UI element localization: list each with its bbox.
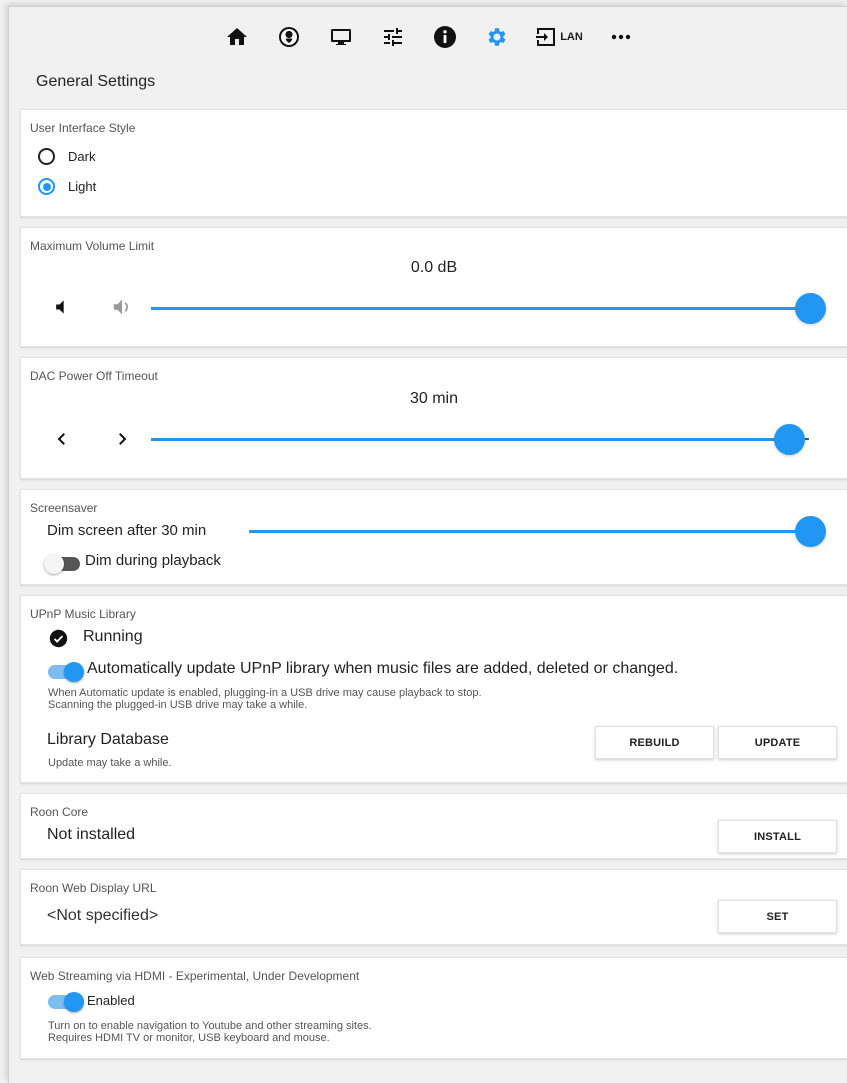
roon-core-status: Not installed bbox=[47, 826, 136, 843]
radio-light-label: Light bbox=[68, 179, 97, 194]
auto-update-note-2: Scanning the plugged-in USB drive may ta… bbox=[48, 699, 308, 711]
card-title: Screensaver bbox=[30, 501, 98, 515]
card-title: Roon Core bbox=[30, 805, 89, 819]
web-streaming-enabled-label: Enabled bbox=[87, 993, 135, 1008]
radio-dark-circle[interactable] bbox=[38, 148, 55, 165]
chevron-left-icon[interactable] bbox=[51, 428, 73, 450]
library-db-label: Library Database bbox=[47, 731, 169, 748]
display-icon[interactable] bbox=[322, 17, 360, 57]
volume-up-icon[interactable] bbox=[109, 295, 135, 319]
screensaver-card: Screensaver Dim screen after 30 min Dim … bbox=[20, 489, 847, 585]
web-streaming-card: Web Streaming via HDMI - Experimental, U… bbox=[20, 957, 847, 1059]
page-title: General Settings bbox=[36, 73, 156, 90]
input-icon bbox=[536, 28, 556, 46]
dim-playback-toggle[interactable] bbox=[44, 554, 80, 574]
radio-light[interactable]: Light bbox=[38, 178, 96, 195]
set-url-button[interactable]: SET bbox=[718, 900, 837, 933]
web-streaming-note-1: Turn on to enable navigation to Youtube … bbox=[48, 1020, 372, 1032]
roon-url-value: <Not specified> bbox=[47, 907, 159, 924]
dac-value: 30 min bbox=[409, 390, 459, 407]
dim-slider-thumb[interactable] bbox=[795, 516, 826, 547]
roon-url-card: Roon Web Display URL <Not specified> SET bbox=[20, 869, 847, 945]
web-streaming-toggle[interactable] bbox=[48, 992, 84, 1012]
update-button[interactable]: UPDATE bbox=[718, 726, 837, 759]
settings-icon[interactable] bbox=[478, 17, 516, 57]
radio-dark-label: Dark bbox=[68, 149, 96, 164]
top-nav: LAN bbox=[9, 7, 847, 67]
volume-slider-track[interactable] bbox=[151, 307, 811, 310]
auto-update-note-1: When Automatic update is enabled, pluggi… bbox=[48, 687, 482, 699]
app-window: LAN General Settings User Interface Styl… bbox=[8, 6, 847, 1083]
card-title: Roon Web Display URL bbox=[30, 881, 157, 895]
card-title: User Interface Style bbox=[30, 121, 136, 135]
card-title: Web Streaming via HDMI - Experimental, U… bbox=[30, 969, 360, 983]
dim-slider-track[interactable] bbox=[249, 530, 809, 533]
dac-slider-thumb[interactable] bbox=[774, 424, 805, 455]
volume-value: 0.0 dB bbox=[410, 259, 458, 276]
user-icon[interactable] bbox=[270, 17, 308, 57]
card-title: DAC Power Off Timeout bbox=[30, 369, 158, 383]
card-title: Maximum Volume Limit bbox=[30, 239, 155, 253]
input-lan-tab[interactable]: LAN bbox=[530, 17, 588, 57]
web-streaming-note-2: Requires HDMI TV or monitor, USB keyboar… bbox=[48, 1032, 330, 1044]
dim-screen-label: Dim screen after 30 min bbox=[47, 522, 207, 539]
ui-style-card: User Interface Style Dark Light bbox=[20, 109, 847, 217]
auto-update-label: Automatically update UPnP library when m… bbox=[87, 660, 679, 677]
upnp-status: Running bbox=[83, 628, 143, 645]
dac-slider-track[interactable] bbox=[151, 438, 791, 441]
more-icon[interactable] bbox=[602, 17, 640, 57]
info-icon[interactable] bbox=[426, 17, 464, 57]
home-icon[interactable] bbox=[218, 17, 256, 57]
library-db-note: Update may take a while. bbox=[48, 757, 172, 769]
volume-card: Maximum Volume Limit 0.0 dB bbox=[20, 227, 847, 347]
lan-label: LAN bbox=[560, 31, 583, 43]
auto-update-toggle[interactable] bbox=[48, 662, 84, 682]
volume-slider-thumb[interactable] bbox=[795, 293, 826, 324]
chevron-right-icon[interactable] bbox=[111, 428, 133, 450]
install-button[interactable]: INSTALL bbox=[718, 820, 837, 853]
check-circle-icon bbox=[48, 628, 68, 648]
dim-playback-label: Dim during playback bbox=[85, 552, 221, 569]
radio-dark[interactable]: Dark bbox=[38, 148, 95, 165]
roon-core-card: Roon Core Not installed INSTALL bbox=[20, 793, 847, 859]
volume-down-icon[interactable] bbox=[51, 296, 73, 318]
tune-icon[interactable] bbox=[374, 17, 412, 57]
dac-card: DAC Power Off Timeout 30 min bbox=[20, 357, 847, 479]
rebuild-button[interactable]: REBUILD bbox=[595, 726, 714, 759]
upnp-card: UPnP Music Library Running Automatically… bbox=[20, 595, 847, 783]
radio-light-circle[interactable] bbox=[38, 178, 55, 195]
card-title: UPnP Music Library bbox=[30, 607, 136, 621]
